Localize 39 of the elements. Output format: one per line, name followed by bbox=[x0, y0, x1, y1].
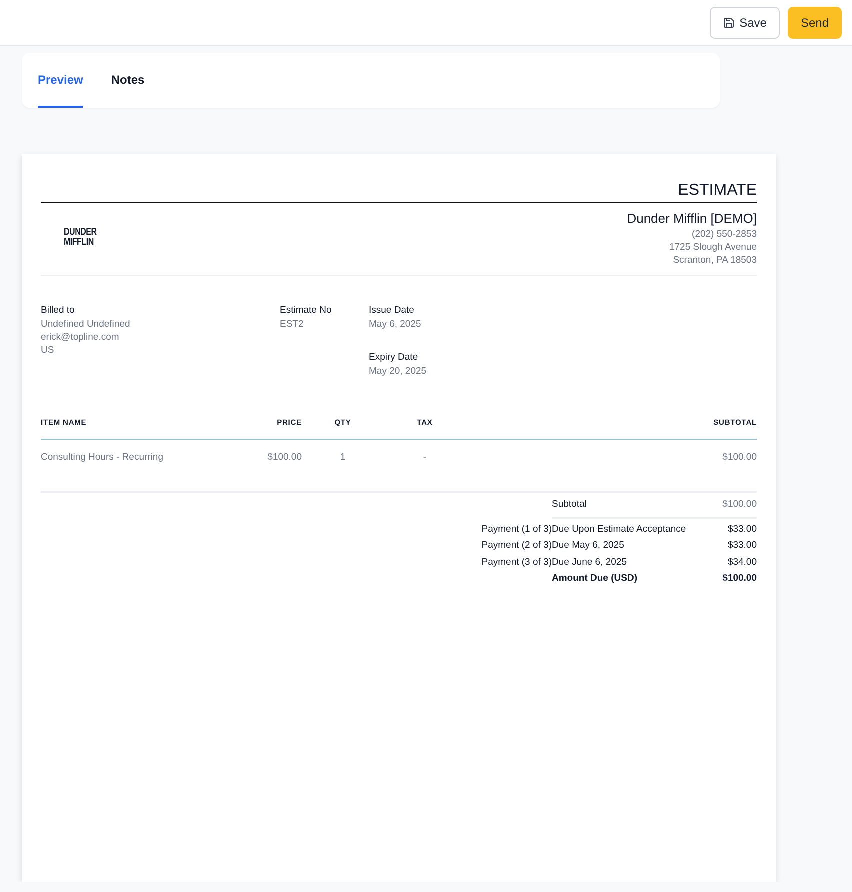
save-button[interactable]: Save bbox=[710, 6, 780, 38]
field-label: Issue Date bbox=[369, 304, 416, 318]
payment-amount: $34.00 bbox=[726, 556, 757, 570]
payment-due: Due June 6, 2025 bbox=[552, 556, 628, 570]
payment-label: Payment (1 of 3) bbox=[480, 522, 552, 536]
subtotal-value: $100.00 bbox=[692, 497, 757, 518]
payment-amount: $33.00 bbox=[726, 539, 757, 553]
field-value: May 6, 2025 bbox=[369, 318, 422, 331]
billing-detail: US bbox=[41, 344, 56, 357]
table-cell-text: $100.00 bbox=[722, 452, 757, 463]
field-value: May 20, 2025 bbox=[369, 365, 428, 378]
save-icon bbox=[722, 16, 735, 28]
field-label: Estimate No bbox=[280, 304, 333, 318]
company-detail: (202) 550-2853 bbox=[692, 228, 757, 241]
field-label: Expiry Date bbox=[369, 351, 420, 365]
field-label: Billed to bbox=[41, 304, 76, 318]
table-cell-text: $100.00 bbox=[266, 452, 302, 463]
table-cell-text: 1 bbox=[339, 452, 347, 463]
field-value: EST2 bbox=[280, 318, 305, 331]
table-cell-text: - bbox=[422, 452, 428, 463]
tab[interactable]: Preview bbox=[38, 53, 84, 108]
payment-label: Payment (3 of 3) bbox=[480, 556, 552, 570]
billing-detail: Undefined Undefined bbox=[41, 318, 132, 331]
table-cell-text: Consulting Hours - Recurring bbox=[41, 452, 164, 463]
company-detail: 1725 Slough Avenue bbox=[669, 241, 757, 254]
tab[interactable]: Notes bbox=[111, 53, 145, 108]
payment-amount: $33.00 bbox=[726, 522, 757, 536]
payment-due: Due Upon Estimate Acceptance bbox=[552, 522, 688, 536]
send-button[interactable]: Send bbox=[788, 6, 842, 38]
amount-due-value: $100.00 bbox=[722, 572, 757, 586]
company-name: Dunder Mifflin [DEMO] bbox=[627, 211, 757, 226]
payment-label: Payment (2 of 3) bbox=[480, 539, 552, 553]
payment-due: Due May 6, 2025 bbox=[552, 539, 626, 553]
document-title: ESTIMATE bbox=[41, 182, 757, 203]
company-logo: DUNDER MIFFLIN bbox=[64, 228, 97, 250]
subtotal-label: Subtotal bbox=[552, 497, 692, 518]
company-detail: Scranton, PA 18503 bbox=[673, 254, 757, 267]
amount-due-label: Amount Due (USD) bbox=[552, 572, 638, 586]
billing-detail: erick@topline.com bbox=[41, 331, 120, 344]
